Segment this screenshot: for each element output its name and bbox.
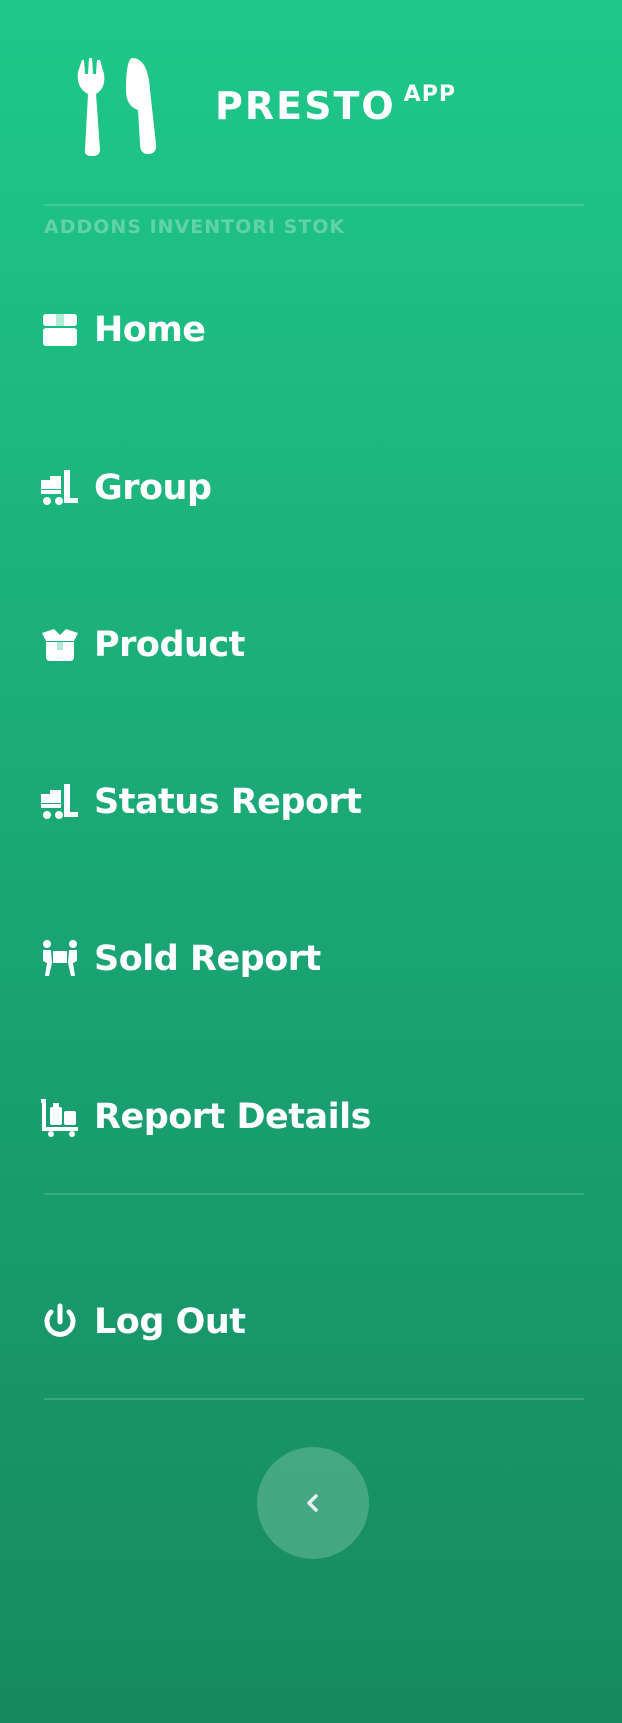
sidebar: PRESTO APP ADDONS INVENTORI STOK Home Gr… bbox=[0, 0, 622, 1723]
nav-label-product: Product bbox=[94, 625, 245, 665]
section-heading: ADDONS INVENTORI STOK bbox=[44, 216, 346, 238]
fork-knife-icon bbox=[77, 58, 157, 156]
nav-item-report-details[interactable]: Report Details bbox=[40, 1085, 371, 1149]
nav-label-group: Group bbox=[94, 468, 212, 508]
nav-label-status-report: Status Report bbox=[94, 782, 362, 822]
nav-label-sold-report: Sold Report bbox=[94, 939, 321, 979]
nav-label-logout: Log Out bbox=[94, 1302, 246, 1342]
sidebar-collapse-button[interactable] bbox=[257, 1447, 369, 1559]
nav-label-home: Home bbox=[94, 310, 206, 350]
nav-item-status-report[interactable]: Status Report bbox=[40, 770, 362, 834]
chevron-left-icon bbox=[307, 1494, 318, 1512]
nav-label-report-details: Report Details bbox=[94, 1097, 371, 1137]
brand-link[interactable]: PRESTO APP bbox=[70, 50, 456, 160]
brand-name: PRESTO APP bbox=[215, 82, 456, 128]
divider bbox=[44, 1398, 584, 1400]
power-icon bbox=[40, 1302, 80, 1342]
brand-superscript: APP bbox=[403, 82, 456, 107]
nav-item-home[interactable]: Home bbox=[40, 298, 206, 362]
nav-item-sold-report[interactable]: Sold Report bbox=[40, 927, 321, 991]
divider bbox=[44, 204, 584, 206]
box-icon bbox=[40, 310, 80, 350]
nav-item-group[interactable]: Group bbox=[40, 456, 212, 520]
people-carry-icon bbox=[40, 939, 80, 979]
open-box-icon bbox=[40, 625, 80, 665]
nav-item-product[interactable]: Product bbox=[40, 613, 245, 677]
dolly-icon bbox=[40, 782, 80, 822]
dolly-icon bbox=[40, 468, 80, 508]
logout-button[interactable]: Log Out bbox=[40, 1290, 246, 1354]
divider bbox=[44, 1193, 584, 1195]
luggage-cart-icon bbox=[40, 1097, 80, 1137]
